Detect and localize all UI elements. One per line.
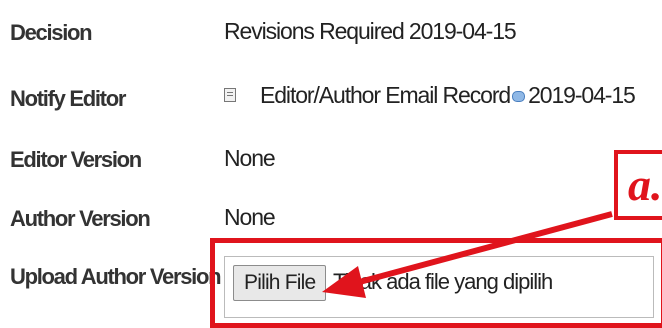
annotation-callout: a. bbox=[614, 150, 662, 220]
annotation-label: a. bbox=[628, 159, 662, 210]
annotation-arrow bbox=[322, 211, 613, 298]
